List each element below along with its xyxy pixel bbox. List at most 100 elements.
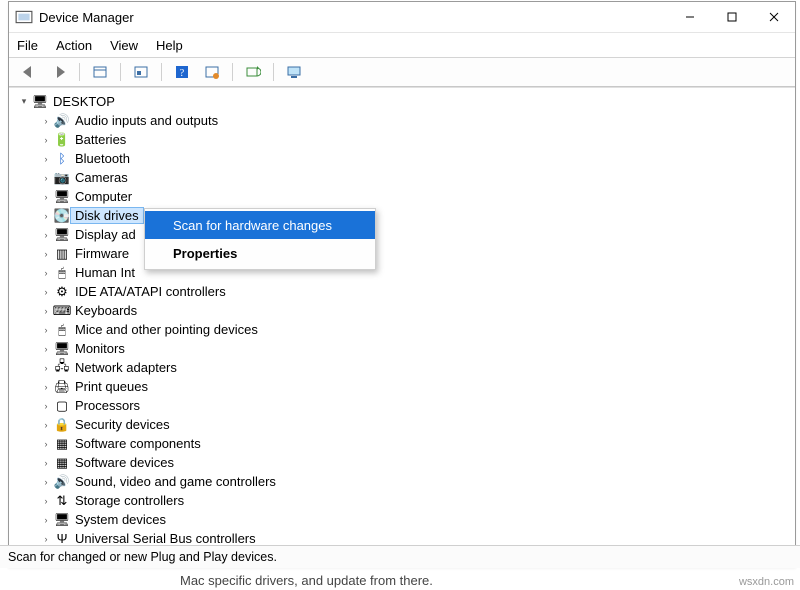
tree-row[interactable]: ›🔊Sound, video and game controllers: [15, 472, 793, 491]
show-hidden-button[interactable]: [86, 60, 114, 84]
tree-row-label: Display ad: [71, 227, 140, 242]
menu-view[interactable]: View: [110, 38, 138, 53]
tree-row[interactable]: ›⌨Keyboards: [15, 301, 793, 320]
tree-row[interactable]: ›ᛒBluetooth: [15, 149, 793, 168]
chevron-right-icon[interactable]: ›: [39, 211, 53, 221]
chevron-right-icon[interactable]: ›: [39, 420, 53, 430]
chevron-right-icon[interactable]: ›: [39, 344, 53, 354]
scan-hardware-button[interactable]: [239, 60, 267, 84]
chevron-right-icon[interactable]: ›: [39, 306, 53, 316]
device-manager-window: Device Manager File Action View Help ?: [8, 1, 796, 568]
close-button[interactable]: [753, 2, 795, 32]
tree-row[interactable]: ›📷Cameras: [15, 168, 793, 187]
device-category-icon: 💽: [53, 208, 71, 224]
tree-row[interactable]: ›💽Disk drives: [15, 206, 793, 225]
tree-row-label: Mice and other pointing devices: [71, 322, 262, 337]
device-category-icon: ▦: [53, 455, 71, 471]
chevron-right-icon[interactable]: ›: [39, 496, 53, 506]
device-category-icon: 🖱: [53, 265, 71, 281]
tree-row-label: Software components: [71, 436, 205, 451]
tree-row[interactable]: ›🖧Network adapters: [15, 358, 793, 377]
properties-button[interactable]: [127, 60, 155, 84]
tree-row[interactable]: ›🖱Human Int: [15, 263, 793, 282]
tree-row-label: Universal Serial Bus controllers: [71, 531, 260, 546]
tree-row-label: Sound, video and game controllers: [71, 474, 280, 489]
tree-row[interactable]: ›🔊Audio inputs and outputs: [15, 111, 793, 130]
remote-button[interactable]: [280, 60, 308, 84]
tree-row[interactable]: ›🖥Display ad: [15, 225, 793, 244]
chevron-right-icon[interactable]: ›: [39, 192, 53, 202]
app-icon: [15, 8, 33, 26]
chevron-right-icon[interactable]: ›: [39, 534, 53, 544]
tree-row[interactable]: ›▦Software devices: [15, 453, 793, 472]
watermark: wsxdn.com: [739, 576, 794, 588]
chevron-down-icon[interactable]: ▾: [17, 96, 31, 107]
chevron-right-icon[interactable]: ›: [39, 287, 53, 297]
tree-row-label: Monitors: [71, 341, 129, 356]
tree-row[interactable]: ›▢Processors: [15, 396, 793, 415]
menu-file[interactable]: File: [17, 38, 38, 53]
chevron-right-icon[interactable]: ›: [39, 382, 53, 392]
tree-row-label: Keyboards: [71, 303, 141, 318]
chevron-right-icon[interactable]: ›: [39, 458, 53, 468]
toolbar: ?: [9, 58, 795, 87]
chevron-right-icon[interactable]: ›: [39, 515, 53, 525]
chevron-right-icon[interactable]: ›: [39, 116, 53, 126]
device-category-icon: 🔊: [53, 113, 71, 129]
action-button[interactable]: [198, 60, 226, 84]
tree-row[interactable]: ›🖨Print queues: [15, 377, 793, 396]
minimize-button[interactable]: [669, 2, 711, 32]
tree-row-label: Cameras: [71, 170, 132, 185]
context-menu: Scan for hardware changes Properties: [144, 208, 376, 270]
tree-row[interactable]: ›⚙IDE ATA/ATAPI controllers: [15, 282, 793, 301]
tree-row-label: Bluetooth: [71, 151, 134, 166]
tree-row[interactable]: ›▥Firmware: [15, 244, 793, 263]
titlebar: Device Manager: [9, 2, 795, 33]
tree-row-label: Software devices: [71, 455, 178, 470]
chevron-right-icon[interactable]: ›: [39, 173, 53, 183]
tree-row[interactable]: ›🔒Security devices: [15, 415, 793, 434]
device-category-icon: ᛒ: [53, 151, 71, 167]
chevron-right-icon[interactable]: ›: [39, 439, 53, 449]
tree-row[interactable]: ›🖱Mice and other pointing devices: [15, 320, 793, 339]
chevron-right-icon[interactable]: ›: [39, 325, 53, 335]
device-category-icon: ▦: [53, 436, 71, 452]
tree-row[interactable]: ›🖥Computer: [15, 187, 793, 206]
menu-help[interactable]: Help: [156, 38, 183, 53]
tree-row[interactable]: ›🔋Batteries: [15, 130, 793, 149]
tree-row-label: Batteries: [71, 132, 130, 147]
tree-row[interactable]: ›🖥Monitors: [15, 339, 793, 358]
tree-row-label: Network adapters: [71, 360, 181, 375]
menubar: File Action View Help: [9, 33, 795, 58]
chevron-right-icon[interactable]: ›: [39, 363, 53, 373]
tree-row-label: Print queues: [71, 379, 152, 394]
chevron-right-icon[interactable]: ›: [39, 401, 53, 411]
tree-row[interactable]: ›🖥System devices: [15, 510, 793, 529]
chevron-right-icon[interactable]: ›: [39, 249, 53, 259]
nav-forward-button[interactable]: [45, 60, 73, 84]
chevron-right-icon[interactable]: ›: [39, 154, 53, 164]
tree-row-label: IDE ATA/ATAPI controllers: [71, 284, 230, 299]
ctx-scan-hardware[interactable]: Scan for hardware changes: [145, 211, 375, 239]
menu-action[interactable]: Action: [56, 38, 92, 53]
chevron-right-icon[interactable]: ›: [39, 230, 53, 240]
device-category-icon: ▢: [53, 398, 71, 414]
status-text: Scan for changed or new Plug and Play de…: [8, 550, 277, 564]
device-category-icon: 🖥: [53, 341, 71, 357]
status-bar: Scan for changed or new Plug and Play de…: [0, 545, 800, 568]
ctx-properties[interactable]: Properties: [145, 239, 375, 267]
tree-row[interactable]: ›⇅Storage controllers: [15, 491, 793, 510]
device-category-icon: 🖥: [53, 189, 71, 205]
tree-row[interactable]: ›▦Software components: [15, 434, 793, 453]
nav-back-button[interactable]: [15, 60, 43, 84]
device-category-icon: 🖥: [53, 227, 71, 243]
device-category-icon: ▥: [53, 246, 71, 262]
chevron-right-icon[interactable]: ›: [39, 135, 53, 145]
help-button[interactable]: ?: [168, 60, 196, 84]
tree-row-label: Processors: [71, 398, 144, 413]
chevron-right-icon[interactable]: ›: [39, 477, 53, 487]
maximize-button[interactable]: [711, 2, 753, 32]
tree-root[interactable]: ▾ 🖥 DESKTOP: [15, 92, 793, 111]
chevron-right-icon[interactable]: ›: [39, 268, 53, 278]
device-tree[interactable]: ▾ 🖥 DESKTOP ›🔊Audio inputs and outputs›🔋…: [9, 87, 795, 567]
